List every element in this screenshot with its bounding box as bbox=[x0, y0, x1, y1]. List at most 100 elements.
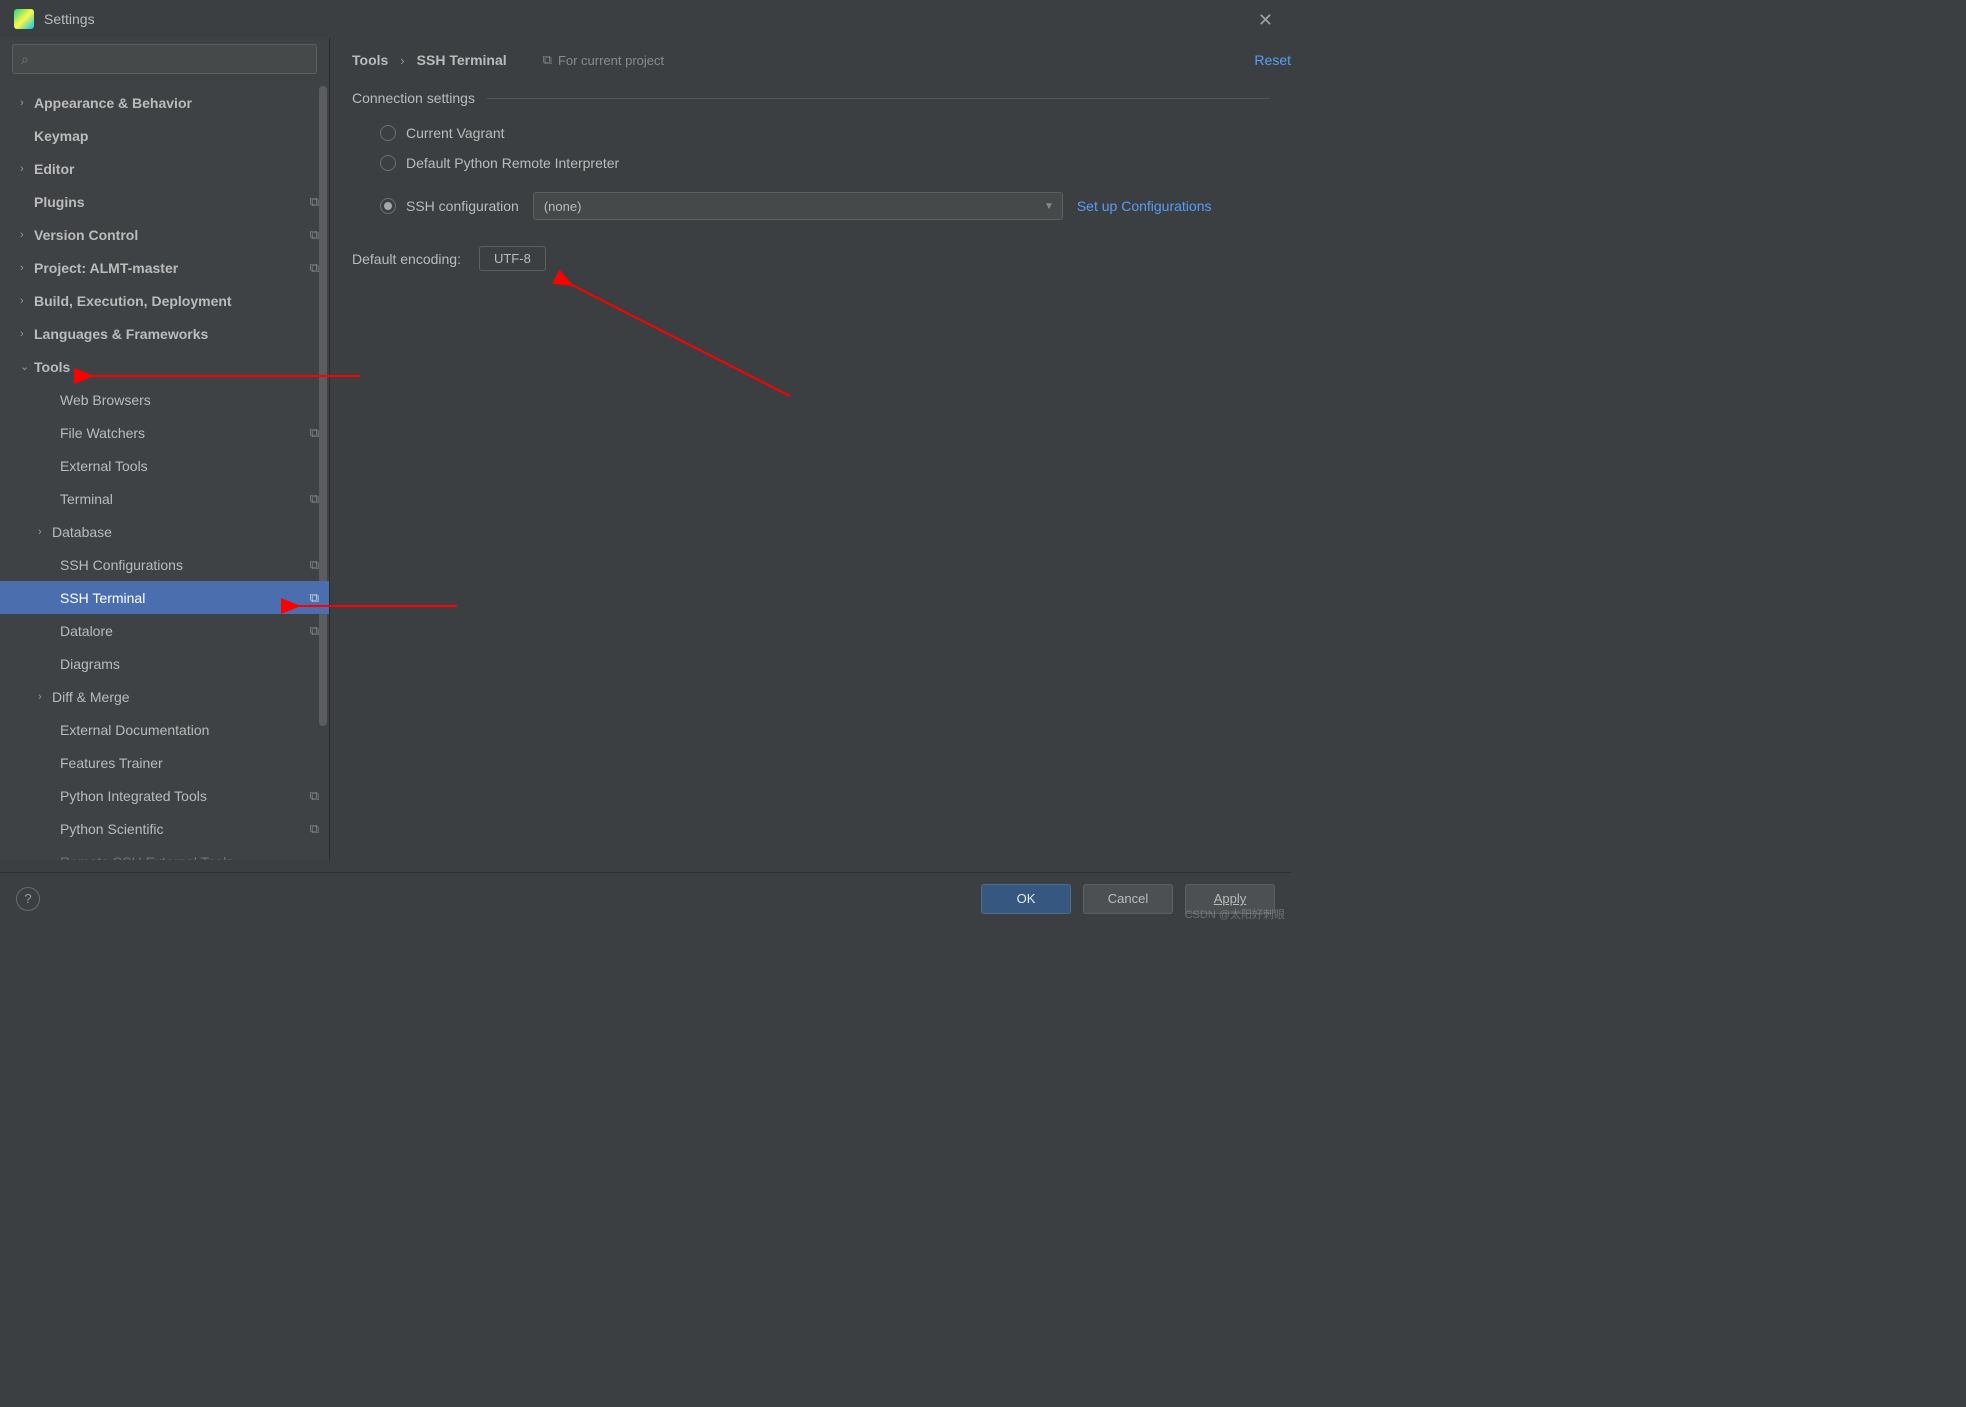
section-title: Connection settings bbox=[352, 90, 475, 106]
radio-label: Current Vagrant bbox=[406, 125, 505, 141]
sidebar-item-label: Database bbox=[52, 524, 112, 540]
sidebar-item-label: Features Trainer bbox=[60, 755, 163, 771]
sidebar-item-datalore[interactable]: Datalore ⧉ bbox=[0, 614, 329, 647]
radio-default-interpreter[interactable]: Default Python Remote Interpreter bbox=[380, 148, 1269, 178]
sidebar-item-py-integrated[interactable]: Python Integrated Tools⧉ bbox=[0, 779, 329, 812]
sidebar-item-ssh-configurations[interactable]: SSH Configurations ⧉ bbox=[0, 548, 329, 581]
button-label: OK bbox=[1017, 891, 1036, 906]
sidebar-item-label: SSH Configurations bbox=[60, 557, 183, 573]
divider bbox=[487, 98, 1269, 99]
per-project-icon: ⧉ bbox=[310, 260, 319, 276]
chevron-down-icon: ⌄ bbox=[20, 360, 34, 373]
chevron-right-icon: › bbox=[20, 328, 34, 340]
sidebar-item-project[interactable]: ›Project: ALMT-master ⧉ bbox=[0, 251, 329, 284]
encoding-label: Default encoding: bbox=[352, 251, 461, 267]
titlebar: Settings ✕ bbox=[0, 0, 1291, 38]
radio-icon bbox=[380, 155, 396, 171]
cancel-button[interactable]: Cancel bbox=[1083, 884, 1173, 914]
main-area: ⌕ ›Appearance & Behavior Keymap ›Editor … bbox=[0, 38, 1291, 860]
sidebar-item-label: Build, Execution, Deployment bbox=[34, 293, 232, 309]
sidebar-item-features-trainer[interactable]: Features Trainer bbox=[0, 746, 329, 779]
chevron-right-icon: › bbox=[20, 229, 34, 241]
breadcrumb-leaf: SSH Terminal bbox=[417, 52, 507, 68]
search-input[interactable]: ⌕ bbox=[12, 44, 317, 74]
per-project-icon: ⧉ bbox=[310, 557, 319, 573]
per-project-icon: ⧉ bbox=[310, 590, 319, 606]
sidebar-item-ssh-terminal[interactable]: SSH Terminal ⧉ bbox=[0, 581, 329, 614]
sidebar-item-file-watchers[interactable]: File Watchers⧉ bbox=[0, 416, 329, 449]
radio-icon bbox=[380, 125, 396, 141]
sidebar-item-database[interactable]: ›Database bbox=[0, 515, 329, 548]
connection-radios: Current Vagrant Default Python Remote In… bbox=[352, 106, 1269, 220]
sidebar-item-label: Diff & Merge bbox=[52, 689, 130, 705]
sidebar-item-label: Python Scientific bbox=[60, 821, 164, 837]
breadcrumb-root[interactable]: Tools bbox=[352, 52, 388, 68]
chevron-right-icon: › bbox=[20, 295, 34, 307]
sidebar-item-keymap[interactable]: Keymap bbox=[0, 119, 329, 152]
sidebar-item-label: Keymap bbox=[34, 128, 88, 144]
sidebar: ⌕ ›Appearance & Behavior Keymap ›Editor … bbox=[0, 38, 330, 860]
sidebar-item-label: External Tools bbox=[60, 458, 148, 474]
watermark: CSDN @太阳好刺眼 bbox=[1185, 906, 1285, 922]
annotation-arrow bbox=[560, 276, 810, 411]
sidebar-item-external-tools[interactable]: External Tools bbox=[0, 449, 329, 482]
chevron-right-icon: › bbox=[38, 526, 52, 538]
sidebar-item-label: Web Browsers bbox=[60, 392, 151, 408]
breadcrumb: Tools › SSH Terminal ⧉ For current proje… bbox=[352, 38, 1269, 82]
per-project-icon: ⧉ bbox=[310, 425, 319, 441]
close-icon[interactable]: ✕ bbox=[1258, 10, 1273, 31]
sidebar-item-label: External Documentation bbox=[60, 722, 209, 738]
encoding-row: Default encoding: UTF-8 bbox=[352, 246, 1269, 271]
chevron-right-icon: › bbox=[20, 97, 34, 109]
sidebar-item-plugins[interactable]: Plugins ⧉ bbox=[0, 185, 329, 218]
radio-label: SSH configuration bbox=[406, 198, 519, 214]
settings-tree: ›Appearance & Behavior Keymap ›Editor Pl… bbox=[0, 82, 329, 860]
radio-current-vagrant[interactable]: Current Vagrant bbox=[380, 118, 1269, 148]
sidebar-item-web-browsers[interactable]: Web Browsers bbox=[0, 383, 329, 416]
search-icon: ⌕ bbox=[21, 51, 29, 68]
scope-badge: ⧉ For current project bbox=[543, 52, 665, 68]
sidebar-item-label: Version Control bbox=[34, 227, 138, 243]
sidebar-item-label: Tools bbox=[34, 359, 70, 375]
reset-link[interactable]: Reset bbox=[1254, 52, 1291, 68]
sidebar-item-terminal[interactable]: Terminal ⧉ bbox=[0, 482, 329, 515]
footer: ? OK Cancel Apply bbox=[0, 872, 1291, 924]
sidebar-item-label: Project: ALMT-master bbox=[34, 260, 178, 276]
per-project-icon: ⧉ bbox=[310, 227, 319, 243]
section-connection: Connection settings bbox=[352, 90, 1269, 106]
dropdown-value: (none) bbox=[544, 199, 582, 214]
per-project-icon: ⧉ bbox=[310, 194, 319, 210]
ssh-config-dropdown[interactable]: (none) ▼ bbox=[533, 192, 1063, 220]
help-button[interactable]: ? bbox=[16, 887, 40, 911]
sidebar-item-ext-docs[interactable]: External Documentation bbox=[0, 713, 329, 746]
sidebar-item-label: Terminal bbox=[60, 491, 113, 507]
sidebar-item-label: SSH Terminal bbox=[60, 590, 145, 606]
window-title: Settings bbox=[44, 11, 95, 27]
sidebar-item-diagrams[interactable]: Diagrams bbox=[0, 647, 329, 680]
chevron-right-icon: › bbox=[400, 53, 404, 68]
chevron-right-icon: › bbox=[20, 262, 34, 274]
sidebar-item-appearance[interactable]: ›Appearance & Behavior bbox=[0, 86, 329, 119]
sidebar-item-label: Plugins bbox=[34, 194, 85, 210]
sidebar-item-diff-merge[interactable]: ›Diff & Merge bbox=[0, 680, 329, 713]
encoding-dropdown[interactable]: UTF-8 bbox=[479, 246, 546, 271]
sidebar-item-editor[interactable]: ›Editor bbox=[0, 152, 329, 185]
sidebar-item-build[interactable]: ›Build, Execution, Deployment bbox=[0, 284, 329, 317]
sidebar-item-label: Diagrams bbox=[60, 656, 120, 672]
setup-configurations-link[interactable]: Set up Configurations bbox=[1077, 198, 1212, 214]
per-project-icon: ⧉ bbox=[310, 623, 319, 639]
radio-ssh-configuration[interactable]: SSH configuration bbox=[380, 198, 519, 214]
per-project-icon: ⧉ bbox=[310, 821, 319, 837]
sidebar-item-tools[interactable]: ⌄Tools bbox=[0, 350, 329, 383]
sidebar-item-languages[interactable]: ›Languages & Frameworks bbox=[0, 317, 329, 350]
per-project-icon: ⧉ bbox=[310, 491, 319, 507]
sidebar-item-vcs[interactable]: ›Version Control ⧉ bbox=[0, 218, 329, 251]
content-panel: Tools › SSH Terminal ⧉ For current proje… bbox=[330, 38, 1291, 860]
sidebar-item-label: Datalore bbox=[60, 623, 113, 639]
sidebar-item-label: Appearance & Behavior bbox=[34, 95, 192, 111]
sidebar-item-py-scientific[interactable]: Python Scientific ⧉ bbox=[0, 812, 329, 845]
button-label: Apply bbox=[1214, 891, 1247, 906]
ok-button[interactable]: OK bbox=[981, 884, 1071, 914]
button-label: Cancel bbox=[1108, 891, 1148, 906]
sidebar-item-remote-ssh-ext[interactable]: Remote SSH External Tools bbox=[0, 845, 329, 860]
